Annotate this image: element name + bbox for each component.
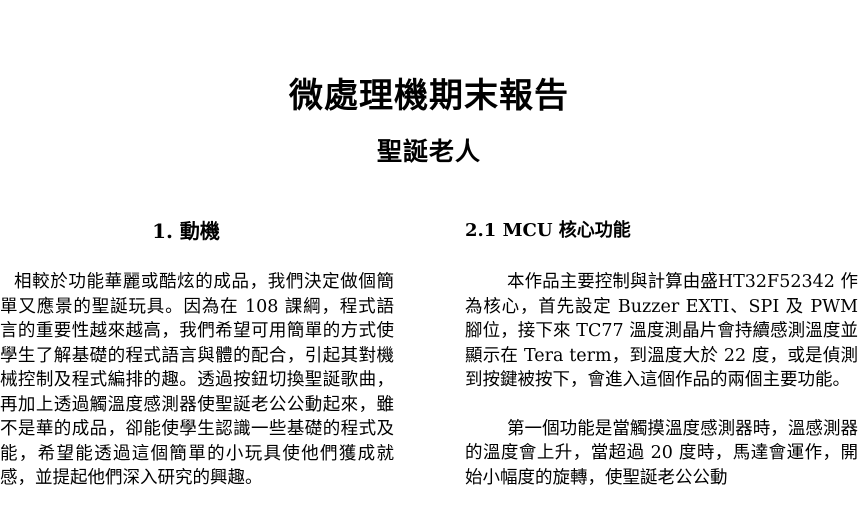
right-column: 2.1 MCU 核心功能 本作品主要控制與計算由盛HT32F52342 作為核心…	[465, 214, 858, 490]
motivation-paragraph: 相較於功能華麗或酷炫的成品，我們決定做個簡單又應景的聖誕玩具。因為在 108 課…	[0, 272, 394, 488]
left-column: 1. 動機 相較於功能華麗或酷炫的成品，我們決定做個簡單又應景的聖誕玩具。因為在…	[0, 214, 400, 491]
mcu-paragraph-1: 本作品主要控制與計算由盛HT32F52342 作為核心，首先設定 Buzzer …	[465, 272, 858, 390]
document-title: 微處理機期末報告	[289, 76, 569, 116]
document-subtitle: 聖誕老人	[376, 137, 481, 166]
mcu-paragraph-2: 第一個功能是當觸摸溫度感測器時，溫感測器的溫度會上升，當超過 20 度時，馬達會…	[465, 418, 858, 488]
section-heading-motivation: 1. 動機	[152, 219, 220, 243]
section-heading-mcu-core: 2.1 MCU 核心功能	[465, 220, 631, 241]
